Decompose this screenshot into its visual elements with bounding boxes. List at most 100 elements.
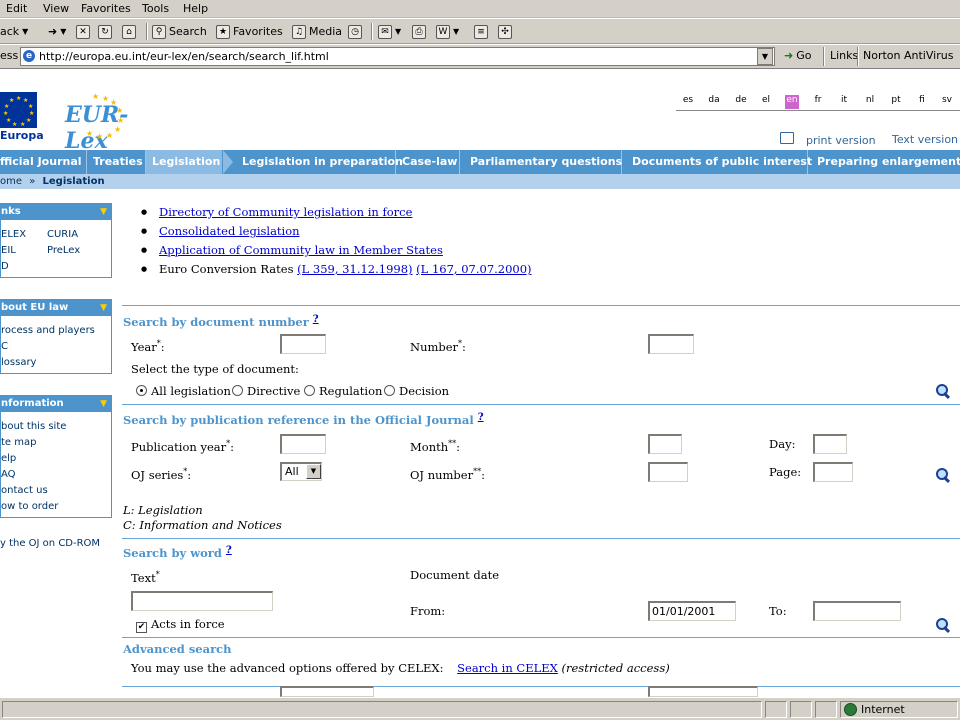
radio-directive[interactable]: Directive <box>232 384 300 398</box>
chevron-down-icon[interactable]: ▼ <box>306 464 321 479</box>
search-icon[interactable] <box>935 467 951 483</box>
radio-button[interactable] <box>232 385 243 396</box>
lang-fi[interactable]: fi <box>915 95 929 105</box>
sidebar-item-help[interactable]: elp <box>1 453 16 464</box>
radio-button-selected[interactable] <box>136 385 147 396</box>
lang-en[interactable]: en <box>785 95 799 109</box>
sidebar-information-title[interactable]: nformation ▼ <box>1 396 111 412</box>
print-button[interactable]: ⎙ <box>412 23 426 40</box>
nav-preparing-enlargement[interactable]: Preparing enlargement <box>808 150 960 174</box>
eu-flag-logo[interactable]: ★ ★ ★ ★ ★ ★ ★ ★ ★ ★ ★ <box>0 92 37 128</box>
help-link[interactable]: ? <box>226 545 232 556</box>
back-button[interactable]: ack ▼ <box>0 23 28 40</box>
results-per-page-select[interactable] <box>648 686 758 697</box>
eurlex-logo[interactable]: EUR-Lex ★ ★ ★ ★ ★ ★ ★ ★ ★ <box>62 92 146 154</box>
favorites-button[interactable]: ★ Favorites <box>216 23 283 40</box>
link-euro-rates-2000[interactable]: (L 167, 07.07.2000) <box>416 262 531 276</box>
doc-year-input[interactable] <box>280 334 326 354</box>
search-text-input[interactable] <box>131 591 273 611</box>
lang-fr[interactable]: fr <box>811 95 825 105</box>
lang-sv[interactable]: sv <box>940 95 954 105</box>
oj-series-select[interactable]: All ▼ <box>280 462 322 481</box>
lang-pt[interactable]: pt <box>889 95 903 105</box>
help-link[interactable]: ? <box>313 314 319 325</box>
sidebar-item-site-map[interactable]: te map <box>1 437 36 448</box>
home-button[interactable]: ⌂ <box>122 23 136 40</box>
page-input[interactable] <box>813 462 853 482</box>
print-version-link[interactable]: print version <box>780 128 876 147</box>
europa-label[interactable]: Europa <box>0 129 44 142</box>
date-from-input[interactable]: 01/01/2001 <box>648 601 736 621</box>
sidebar-link-curia[interactable]: CURIA <box>47 229 78 240</box>
date-to-input[interactable] <box>813 601 901 621</box>
link-euro-rates-1998[interactable]: (L 359, 31.12.1998) <box>297 262 412 276</box>
acts-in-force-checkbox[interactable]: ✔ <box>136 622 147 633</box>
lang-el[interactable]: el <box>759 95 773 105</box>
search-icon[interactable] <box>935 617 951 633</box>
doc-number-input[interactable] <box>648 334 694 354</box>
mail-button[interactable]: ✉ ▼ <box>378 23 401 40</box>
link-consolidated-legislation[interactable]: Consolidated legislation <box>159 224 300 238</box>
text-version-link[interactable]: Text version <box>892 133 958 146</box>
oj-number-input[interactable] <box>648 462 688 482</box>
menu-edit[interactable]: Edit <box>6 2 27 15</box>
radio-all-legislation[interactable]: All legislation <box>136 384 231 398</box>
nav-parliamentary-questions[interactable]: Parliamentary questions <box>460 150 622 174</box>
stop-button[interactable]: ✕ <box>76 23 90 40</box>
sidebar-item-faq[interactable]: AQ <box>1 469 16 480</box>
edit-button[interactable]: W ▼ <box>436 23 459 40</box>
sidebar-item-how-to-order[interactable]: ow to order <box>1 501 58 512</box>
history-button[interactable]: ◷ <box>348 23 362 40</box>
month-input[interactable] <box>648 434 682 454</box>
nav-official-journal[interactable]: fficial Journal <box>0 150 87 174</box>
lang-da[interactable]: da <box>707 95 721 105</box>
menu-view[interactable]: View <box>43 2 69 15</box>
link-directory-legislation-in-force[interactable]: Directory of Community legislation in fo… <box>159 205 412 219</box>
refresh-button[interactable]: ↻ <box>98 23 112 40</box>
radio-regulation[interactable]: Regulation <box>304 384 382 398</box>
discuss-button[interactable]: ≡ <box>474 23 488 40</box>
publication-year-input[interactable] <box>280 434 326 454</box>
sidebar-item-glossary[interactable]: lossary <box>1 357 36 368</box>
help-link[interactable]: ? <box>478 412 484 423</box>
lang-it[interactable]: it <box>837 95 851 105</box>
menu-help[interactable]: Help <box>183 2 208 15</box>
lang-es[interactable]: es <box>681 95 695 105</box>
address-input[interactable]: http://europa.eu.int/eur-lex/en/search/s… <box>20 47 775 66</box>
search-button[interactable]: ⚲ Search <box>152 23 207 40</box>
document-language-select[interactable] <box>280 686 374 697</box>
links-button[interactable]: Links <box>830 49 858 62</box>
nav-legislation-in-preparation[interactable]: Legislation in preparation <box>236 150 403 174</box>
forward-button[interactable]: ➜ ▼ <box>48 23 66 40</box>
sidebar-link-prelex[interactable]: PreLex <box>47 245 80 256</box>
lang-nl[interactable]: nl <box>863 95 877 105</box>
lang-de[interactable]: de <box>734 95 748 105</box>
acts-in-force-option[interactable]: ✔ Acts in force <box>136 617 225 633</box>
sidebar-item-contact-us[interactable]: ontact us <box>1 485 48 496</box>
media-button[interactable]: ♫ Media <box>292 23 342 40</box>
sidebar-links-title[interactable]: nks ▼ <box>1 204 111 220</box>
messenger-button[interactable]: ✣ <box>498 23 512 40</box>
breadcrumb-home[interactable]: ome <box>0 176 22 187</box>
sidebar-item-c[interactable]: C <box>1 341 8 352</box>
radio-decision[interactable]: Decision <box>384 384 449 398</box>
sidebar-link-oj-cd-rom[interactable]: y the OJ on CD-ROM <box>0 538 100 549</box>
nav-legislation[interactable]: Legislation <box>146 150 233 174</box>
sidebar-link-d[interactable]: D <box>1 261 9 272</box>
radio-button[interactable] <box>384 385 395 396</box>
menu-tools[interactable]: Tools <box>142 2 169 15</box>
nav-case-law[interactable]: Case-law <box>396 150 460 174</box>
link-application-community-law[interactable]: Application of Community law in Member S… <box>159 243 443 257</box>
menu-favorites[interactable]: Favorites <box>81 2 131 15</box>
day-input[interactable] <box>813 434 847 454</box>
search-icon[interactable] <box>935 383 951 399</box>
sidebar-item-about-this-site[interactable]: bout this site <box>1 421 66 432</box>
radio-button[interactable] <box>304 385 315 396</box>
address-dropdown-button[interactable]: ▼ <box>757 48 773 65</box>
sidebar-link-celex[interactable]: ELEX <box>1 229 26 240</box>
norton-antivirus-button[interactable]: Norton AntiVirus <box>863 49 953 62</box>
sidebar-link-oeil[interactable]: EIL <box>1 245 16 256</box>
search-in-celex-link[interactable]: Search in CELEX <box>457 661 558 675</box>
sidebar-about-title[interactable]: bout EU law ▼ <box>1 300 111 316</box>
go-button[interactable]: ➜ Go <box>784 49 811 62</box>
